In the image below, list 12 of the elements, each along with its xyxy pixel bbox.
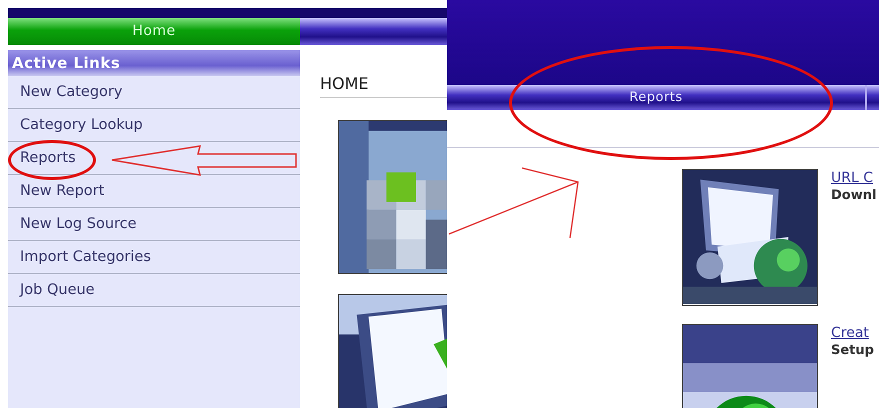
item-link[interactable]: Creat	[831, 324, 874, 342]
sidebar-link[interactable]: Reports	[20, 150, 76, 166]
sidebar-link[interactable]: New Category	[20, 84, 122, 100]
item-description: Setup	[831, 342, 874, 360]
item-link[interactable]: URL C	[831, 169, 876, 187]
sidebar-link[interactable]: New Report	[20, 183, 104, 199]
sidebar-link[interactable]: Job Queue	[20, 282, 95, 298]
item-description: Downl	[831, 187, 876, 205]
sidebar-title: Active Links	[8, 50, 300, 76]
sidebar-link[interactable]: New Log Source	[20, 216, 137, 232]
sidebar-link[interactable]: Category Lookup	[20, 117, 143, 133]
sidebar-link[interactable]: Import Categories	[20, 249, 151, 265]
